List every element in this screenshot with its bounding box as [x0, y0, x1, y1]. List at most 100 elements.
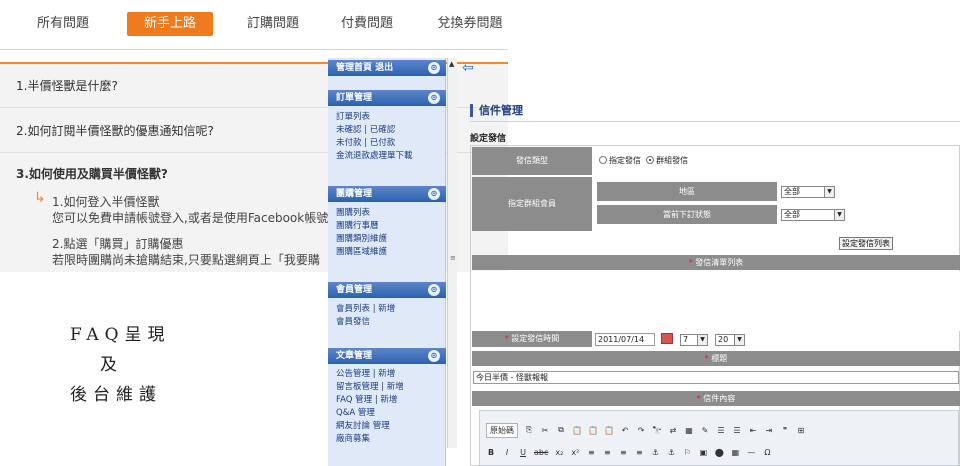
sidebar-item[interactable]: 網友討論 管理 — [336, 420, 446, 433]
bold-icon[interactable]: B — [486, 448, 496, 457]
image-icon[interactable]: ▣ — [698, 448, 708, 457]
dropdown-arrow-icon[interactable]: ▼ — [734, 335, 744, 345]
bulleted-list-icon[interactable]: ☰ — [732, 426, 742, 435]
replace-icon[interactable]: ⇄ — [668, 426, 678, 435]
align-justify-icon[interactable]: ≡ — [634, 448, 644, 457]
special-char-icon[interactable]: Ω — [762, 448, 772, 457]
sidebar-item[interactable]: 會員發信 — [336, 316, 446, 329]
sidebar-item[interactable]: 留言板管理 | 新增 — [336, 381, 446, 394]
radio-label: 指定發信 — [609, 156, 641, 165]
anchor-icon[interactable]: ⚐ — [682, 448, 692, 457]
tab-payment-questions[interactable]: 付費問題 — [322, 12, 412, 36]
sidebar-header-label: 訂單管理 — [336, 93, 373, 103]
tab-order-questions[interactable]: 訂購問題 — [228, 12, 318, 36]
annotation-line: 後台維護 — [70, 385, 162, 405]
hour-value: 7 — [683, 335, 689, 344]
sidebar-header-members[interactable]: 會員管理 ⊙ — [328, 282, 446, 298]
dropdown-arrow-icon[interactable]: ▼ — [697, 335, 707, 345]
collapse-icon[interactable]: ⊙ — [428, 62, 440, 74]
sidebar-header-groupbuy[interactable]: 團購管理 ⊙ — [328, 186, 446, 202]
paste-text-icon[interactable]: 📋 — [588, 426, 598, 435]
hour-select[interactable]: 7 ▼ — [680, 334, 708, 346]
radio-group[interactable] — [646, 156, 655, 164]
sidebar-group-articles: 公告管理 | 新增 留言板管理 | 新增 FAQ 管理 | 新增 Q&A 管理 … — [328, 368, 446, 446]
sidebar-item[interactable]: 團購行事曆 — [336, 220, 446, 233]
sidebar-header-label: 團購管理 — [336, 189, 373, 199]
align-left-icon[interactable]: ≡ — [586, 448, 596, 457]
sidebar-header-home[interactable]: 管理首頁 退出 ⊙ — [328, 60, 446, 76]
minute-select[interactable]: 20 ▼ — [715, 334, 745, 346]
remove-format-icon[interactable]: ✎ — [700, 426, 710, 435]
send-time-text: 設定發信時間 — [511, 334, 560, 343]
annotation-line: FAQ呈現 — [70, 325, 171, 345]
link-icon[interactable]: ⚓ — [650, 448, 660, 457]
sidebar-header-orders[interactable]: 訂單管理 ⊙ — [328, 90, 446, 106]
select-all-icon[interactable]: ▦ — [684, 426, 694, 435]
tab-all-questions[interactable]: 所有問題 — [18, 12, 108, 36]
sidebar-header-label: 文章管理 — [336, 351, 373, 361]
set-list-button[interactable]: 設定發信列表 — [839, 237, 893, 250]
sidebar-item[interactable]: 金流退款處理單下載 — [336, 150, 446, 163]
find-icon[interactable]: 🔭 — [652, 426, 662, 435]
sidebar-item[interactable]: 團購列表 — [336, 207, 446, 220]
sidebar-scrollbar[interactable]: ▲ ≡ — [447, 58, 457, 448]
order-status-select[interactable]: 全部 ▼ — [781, 209, 845, 221]
italic-icon[interactable]: I — [502, 448, 512, 457]
collapse-icon[interactable]: ⊙ — [428, 350, 440, 362]
sidebar-group-members: 會員列表 | 新增 會員發信 — [328, 303, 446, 329]
undo-icon[interactable]: ↶ — [620, 426, 630, 435]
required-mark: * — [504, 334, 509, 343]
div-container-icon[interactable]: ⊞ — [796, 426, 806, 435]
region-select[interactable]: 全部 ▼ — [781, 186, 835, 198]
unlink-icon[interactable]: ⚓ — [666, 448, 676, 457]
scroll-grip-icon[interactable]: ≡ — [450, 254, 456, 262]
collapse-icon[interactable]: ⊙ — [428, 92, 440, 104]
redo-icon[interactable]: ↷ — [636, 426, 646, 435]
scroll-up-icon[interactable]: ▲ — [449, 60, 454, 68]
sidebar-item[interactable]: Q&A 管理 — [336, 407, 446, 420]
paste-icon[interactable]: 📋 — [572, 426, 582, 435]
tab-coupon-questions[interactable]: 兌換券問題 — [425, 12, 515, 36]
sidebar-item[interactable]: 廠商募集 — [336, 433, 446, 446]
source-button[interactable]: 原始碼 — [486, 422, 518, 438]
sidebar-item[interactable]: 訂單列表 — [336, 111, 446, 124]
table-icon[interactable]: ▦ — [730, 448, 740, 457]
cut-icon[interactable]: ✂ — [540, 426, 550, 435]
dropdown-arrow-icon[interactable]: ▼ — [834, 210, 844, 220]
tab-beginner-guide[interactable]: 新手上路 — [127, 12, 213, 36]
mail-list-area[interactable] — [472, 271, 960, 331]
align-center-icon[interactable]: ≡ — [602, 448, 612, 457]
strikethrough-icon[interactable]: abc — [534, 448, 548, 457]
numbered-list-icon[interactable]: ☰ — [716, 426, 726, 435]
subject-title: 標題 — [711, 354, 728, 363]
sidebar-item[interactable]: 會員列表 | 新增 — [336, 303, 446, 316]
copy-icon[interactable]: ⧉ — [556, 425, 566, 435]
paste-word-icon[interactable]: 📋 — [604, 426, 614, 435]
sidebar-item[interactable]: 公告管理 | 新增 — [336, 368, 446, 381]
dropdown-arrow-icon[interactable]: ▼ — [824, 187, 834, 197]
superscript-icon[interactable]: x² — [570, 448, 580, 457]
sidebar-item[interactable]: 未付款 | 已付款 — [336, 137, 446, 150]
outdent-icon[interactable]: ⇤ — [748, 426, 758, 435]
align-right-icon[interactable]: ≡ — [618, 448, 628, 457]
underline-icon[interactable]: U — [518, 448, 528, 457]
faq-answer: ↳ 1.如何登入半價怪獸 您可以免費申請帳號登入,或者是使用Facebook帳號… — [34, 190, 328, 268]
preview-icon[interactable]: ⎘ — [524, 425, 534, 435]
flash-icon[interactable]: ⬤ — [714, 448, 724, 457]
date-input[interactable]: 2011/07/14 — [595, 333, 655, 346]
sidebar-item[interactable]: 團購類別維護 — [336, 233, 446, 246]
subject-input[interactable]: 今日半價 - 怪獸報報 — [473, 371, 959, 384]
sidebar-item[interactable]: 團購區域維護 — [336, 246, 446, 259]
radio-specified[interactable] — [599, 156, 607, 164]
subscript-icon[interactable]: x₂ — [554, 448, 564, 457]
sidebar-item[interactable]: 未確認 | 已確認 — [336, 124, 446, 137]
sidebar-item[interactable]: FAQ 管理 | 新增 — [336, 394, 446, 407]
calendar-icon[interactable] — [661, 333, 673, 344]
collapse-icon[interactable]: ⊙ — [428, 284, 440, 296]
collapse-icon[interactable]: ⊙ — [428, 188, 440, 200]
indent-icon[interactable]: ⇥ — [764, 426, 774, 435]
sidebar-header-articles[interactable]: 文章管理 ⊙ — [328, 348, 446, 364]
blockquote-icon[interactable]: ❞ — [780, 426, 790, 435]
back-arrow-icon[interactable]: ⇦ — [462, 60, 474, 76]
horizontal-rule-icon[interactable]: — — [746, 448, 756, 457]
